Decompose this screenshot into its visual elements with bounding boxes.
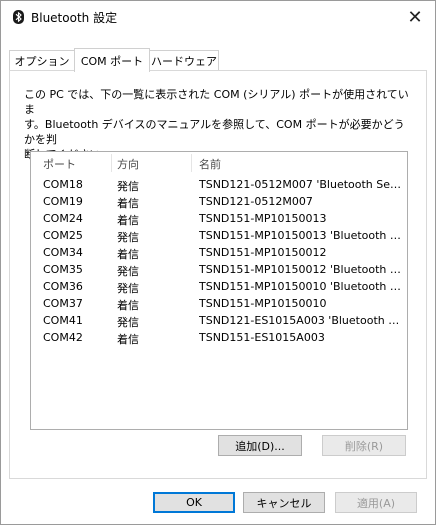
port-cell: COM19 [43, 195, 83, 208]
com-port-panel: この PC では、下の一覧に表示された COM (シリアル) ポートが使用されて… [9, 70, 427, 479]
window-title: Bluetooth 設定 [31, 11, 118, 25]
tab-label: COM ポート [80, 54, 144, 68]
direction-cell: 着信 [117, 248, 139, 261]
column-header-port[interactable]: ポート [43, 156, 113, 172]
apply-button[interactable]: 適用(A) [335, 492, 417, 513]
name-cell: TSND151-ES1015A003 [199, 331, 325, 344]
name-cell: TSND121-ES1015A003 'Bluetooth Seri... [199, 314, 404, 327]
port-cell: COM25 [43, 229, 83, 242]
tab-label: ハードウェア [151, 54, 217, 68]
direction-cell: 着信 [117, 333, 139, 346]
direction-cell: 着信 [117, 197, 139, 210]
list-row[interactable]: COM19 着信 TSND121-0512M007 [31, 193, 407, 210]
name-cell: TSND121-0512M007 'Bluetooth Serial ... [199, 178, 404, 191]
direction-cell: 発信 [117, 180, 139, 193]
name-cell: TSND151-MP10150010 [199, 297, 327, 310]
name-cell: TSND121-0512M007 [199, 195, 313, 208]
direction-cell: 発信 [117, 265, 139, 278]
port-cell: COM18 [43, 178, 83, 191]
bluetooth-settings-dialog: Bluetooth 設定 ✕ オプション COM ポート ハードウェア この P… [0, 0, 436, 525]
port-cell: COM36 [43, 280, 83, 293]
tab-com-port[interactable]: COM ポート [74, 48, 150, 72]
ok-button[interactable]: OK [153, 492, 235, 513]
tab-label: オプション [14, 54, 70, 68]
name-cell: TSND151-MP10150013 [199, 212, 327, 225]
port-cell: COM35 [43, 263, 83, 276]
list-row[interactable]: COM37 着信 TSND151-MP10150010 [31, 295, 407, 312]
port-cell: COM42 [43, 331, 83, 344]
port-cell: COM41 [43, 314, 83, 327]
name-cell: TSND151-MP10150012 'Bluetooth Seri... [199, 263, 404, 276]
close-button[interactable]: ✕ [395, 1, 435, 33]
list-row[interactable]: COM41 発信 TSND121-ES1015A003 'Bluetooth S… [31, 312, 407, 329]
tab-options[interactable]: オプション [9, 50, 75, 70]
add-button[interactable]: 追加(D)... [218, 435, 302, 456]
column-divider[interactable] [191, 154, 192, 172]
direction-cell: 発信 [117, 316, 139, 329]
name-cell: TSND151-MP10150013 'Bluetooth Seri... [199, 229, 404, 242]
list-row[interactable]: COM18 発信 TSND121-0512M007 'Bluetooth Ser… [31, 176, 407, 193]
list-row[interactable]: COM25 発信 TSND151-MP10150013 'Bluetooth S… [31, 227, 407, 244]
direction-cell: 発信 [117, 282, 139, 295]
list-row[interactable]: COM34 着信 TSND151-MP10150012 [31, 244, 407, 261]
list-row[interactable]: COM24 着信 TSND151-MP10150013 [31, 210, 407, 227]
column-divider[interactable] [111, 154, 112, 172]
direction-cell: 着信 [117, 299, 139, 312]
list-row[interactable]: COM35 発信 TSND151-MP10150012 'Bluetooth S… [31, 261, 407, 278]
name-cell: TSND151-MP10150010 'Bluetooth Seri... [199, 280, 404, 293]
tab-hardware[interactable]: ハードウェア [149, 50, 219, 70]
direction-cell: 発信 [117, 231, 139, 244]
cancel-button[interactable]: キャンセル [243, 492, 325, 513]
remove-button[interactable]: 削除(R) [322, 435, 406, 456]
port-cell: COM24 [43, 212, 83, 225]
com-port-list[interactable]: ポート 方向 名前 COM18 発信 TSND121-0512M007 'Blu… [30, 151, 408, 430]
name-cell: TSND151-MP10150012 [199, 246, 327, 259]
title-bar: Bluetooth 設定 ✕ [1, 1, 435, 33]
port-cell: COM37 [43, 297, 83, 310]
port-cell: COM34 [43, 246, 83, 259]
bluetooth-icon [13, 10, 24, 24]
column-header-name[interactable]: 名前 [199, 156, 404, 172]
column-header-direction[interactable]: 方向 [117, 156, 187, 172]
close-icon: ✕ [407, 6, 423, 28]
list-row[interactable]: COM42 着信 TSND151-ES1015A003 [31, 329, 407, 346]
list-row[interactable]: COM36 発信 TSND151-MP10150010 'Bluetooth S… [31, 278, 407, 295]
list-header: ポート 方向 名前 [31, 152, 407, 174]
direction-cell: 着信 [117, 214, 139, 227]
